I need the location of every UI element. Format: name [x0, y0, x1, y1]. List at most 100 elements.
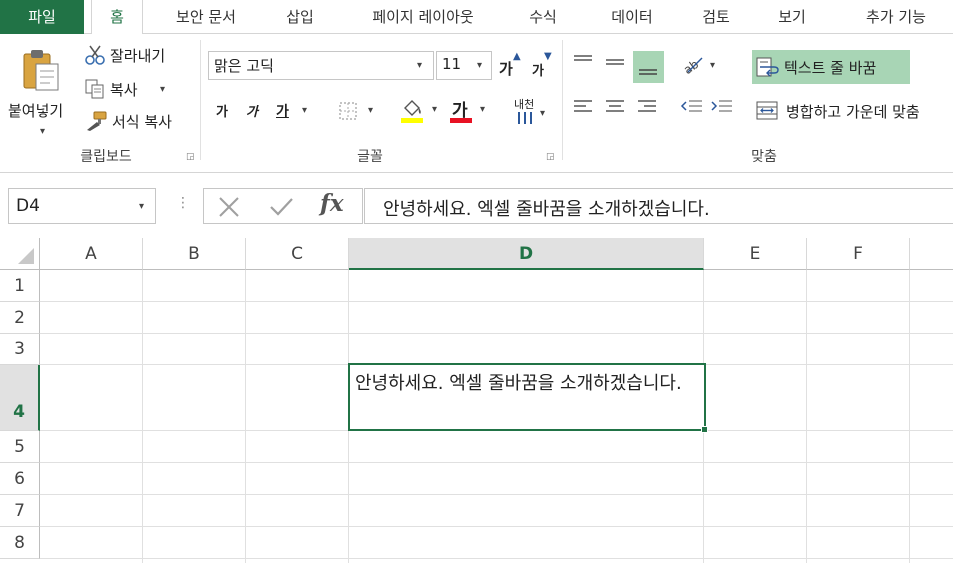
align-center-icon [606, 100, 624, 112]
spreadsheet-grid: A B C D E F 1 2 3 4 5 6 7 8 안녕하세요. 엑셀 줄바… [0, 238, 953, 563]
italic-label: 가 [246, 105, 258, 120]
paste-dropdown-icon[interactable]: ▾ [40, 126, 45, 137]
align-right-button[interactable] [636, 96, 662, 124]
column-header-e[interactable]: E [704, 238, 807, 270]
column-header-next[interactable] [910, 238, 953, 270]
chevron-down-icon: ▾ [540, 108, 546, 119]
formula-input[interactable]: 안녕하세요. 엑셀 줄바꿈을 소개하겠습니다. [364, 188, 953, 224]
active-cell-d4[interactable]: 안녕하세요. 엑셀 줄바꿈을 소개하겠습니다. [348, 363, 706, 431]
enter-check-icon[interactable] [266, 192, 296, 222]
name-box-value: D4 [16, 196, 40, 216]
insert-function-button[interactable]: fx [320, 190, 344, 217]
column-header-a[interactable]: A [40, 238, 143, 270]
middle-align-button[interactable] [604, 52, 630, 80]
align-top-icon [574, 55, 592, 61]
tab-insert[interactable]: 삽입 [270, 0, 330, 34]
name-box[interactable]: D4 ▾ [8, 188, 156, 224]
chevron-down-icon: ▾ [477, 60, 483, 71]
font-dialog-launcher-icon[interactable]: ◲ [546, 152, 555, 162]
row-header-6[interactable]: 6 [0, 463, 40, 495]
tab-file[interactable]: 파일 [0, 0, 84, 34]
wrap-text-label: 텍스트 줄 바꿈 [784, 59, 877, 77]
font-color-button[interactable]: 가 ▾ [450, 96, 494, 126]
select-all-corner[interactable] [0, 238, 40, 270]
phonetic-icon [518, 112, 532, 124]
font-name-select[interactable]: 맑은 고딕 ▾ [208, 51, 434, 80]
format-painter-button[interactable]: 서식 복사 [84, 110, 194, 134]
tab-review[interactable]: 검토 [686, 0, 746, 34]
tab-add-ins[interactable]: 추가 기능 [842, 0, 950, 34]
align-middle-icon [606, 59, 624, 65]
formula-bar: D4 ▾ ⋮ fx 안녕하세요. 엑셀 줄바꿈을 소개하겠습니다. [0, 173, 953, 238]
chevron-down-icon: ▾ [480, 104, 486, 115]
shrink-arrow-icon: ▼ [544, 51, 552, 62]
fill-color-button[interactable]: ▾ [400, 96, 446, 126]
top-align-button[interactable] [572, 52, 598, 80]
gridline [245, 270, 246, 563]
shrink-font-button[interactable]: 가 ▼ [530, 51, 554, 80]
align-left-button[interactable] [572, 96, 598, 124]
column-header-b[interactable]: B [143, 238, 246, 270]
row-header-7[interactable]: 7 [0, 495, 40, 527]
row-header-1[interactable]: 1 [0, 270, 40, 302]
fill-handle[interactable] [701, 426, 708, 433]
tab-page-layout[interactable]: 페이지 레이아웃 [350, 0, 496, 34]
paste-button[interactable]: 붙여넣기 ▾ [4, 40, 80, 140]
bold-button[interactable]: 가 [212, 98, 236, 124]
copy-label: 복사 [110, 81, 138, 99]
chevron-down-icon: ▾ [139, 201, 145, 212]
row-header-8[interactable]: 8 [0, 527, 40, 559]
tab-data[interactable]: 데이터 [595, 0, 669, 34]
formula-bar-grip-icon: ⋮ [176, 195, 190, 211]
gridline [40, 494, 953, 495]
font-size-value: 11 [442, 55, 462, 73]
tab-security-document[interactable]: 보안 문서 [158, 0, 254, 34]
align-center-button[interactable] [604, 96, 630, 124]
decrease-indent-button[interactable] [680, 96, 706, 124]
font-size-select[interactable]: 11 ▾ [436, 51, 492, 80]
align-bottom-icon [639, 69, 657, 75]
format-painter-label: 서식 복사 [112, 113, 172, 131]
orientation-button[interactable]: ab ▾ [680, 52, 722, 80]
chevron-down-icon: ▾ [710, 60, 716, 71]
column-header-c[interactable]: C [246, 238, 349, 270]
copy-dropdown-icon[interactable]: ▾ [160, 84, 165, 95]
gridline [40, 301, 953, 302]
wrap-text-button[interactable]: 텍스트 줄 바꿈 [752, 50, 910, 84]
bold-label: 가 [216, 105, 228, 120]
text-orientation-icon: ab [681, 57, 703, 77]
cancel-icon[interactable] [214, 192, 244, 222]
font-name-value: 맑은 고딕 [214, 57, 274, 75]
merge-center-label: 병합하고 가운데 맞춤 [786, 103, 920, 121]
cut-label: 잘라내기 [110, 47, 166, 65]
copy-button[interactable]: 복사 ▾ [84, 78, 184, 102]
merge-center-button[interactable]: 병합하고 가운데 맞춤 [752, 96, 953, 126]
select-all-triangle-icon [18, 248, 34, 264]
increase-indent-icon [711, 100, 732, 112]
tab-formulas[interactable]: 수식 [513, 0, 573, 34]
bottom-align-button[interactable] [633, 51, 664, 83]
gridline [40, 558, 953, 559]
row-header-2[interactable]: 2 [0, 302, 40, 334]
row-header-4[interactable]: 4 [0, 365, 40, 431]
italic-button[interactable]: 가 [242, 98, 266, 124]
chevron-down-icon: ▾ [302, 105, 308, 116]
row-header-5[interactable]: 5 [0, 431, 40, 463]
gridline [40, 526, 953, 527]
paint-bucket-icon [404, 100, 421, 116]
tab-home[interactable]: 홈 [91, 0, 143, 35]
font-color-swatch [450, 118, 472, 123]
row-header-3[interactable]: 3 [0, 334, 40, 365]
cut-button[interactable]: 잘라내기 [84, 44, 194, 68]
phonetic-guide-button[interactable]: 내천 ▾ [512, 94, 552, 128]
svg-text:ab: ab [681, 57, 701, 76]
tab-view[interactable]: 보기 [762, 0, 822, 34]
column-header-d[interactable]: D [349, 238, 704, 270]
column-header-f[interactable]: F [807, 238, 910, 270]
clipboard-dialog-launcher-icon[interactable]: ◲ [186, 152, 195, 162]
underline-button[interactable]: 가 ▾ [272, 98, 318, 124]
borders-button[interactable]: ▾ [336, 98, 384, 124]
increase-indent-button[interactable] [710, 96, 736, 124]
grow-font-button[interactable]: 가 ▲ [499, 51, 523, 80]
format-painter-icon [87, 111, 107, 131]
